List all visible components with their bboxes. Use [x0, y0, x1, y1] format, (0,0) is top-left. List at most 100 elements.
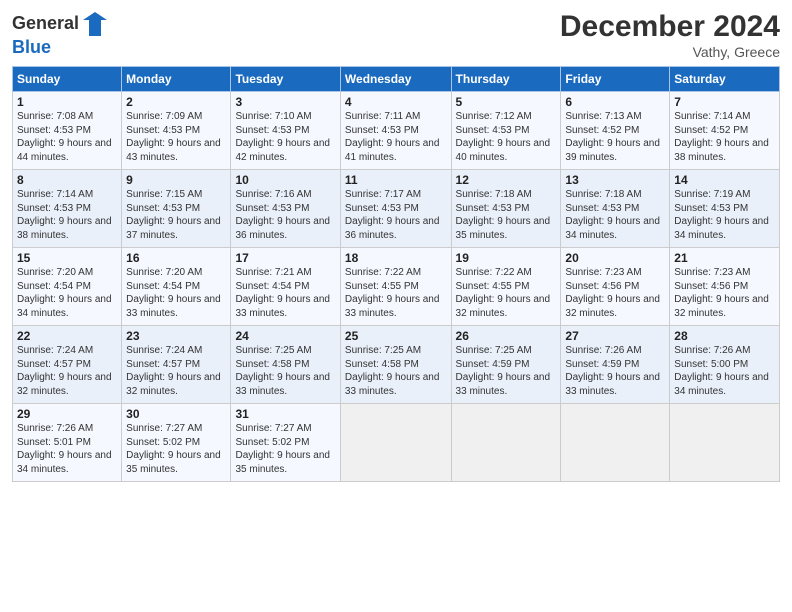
day-number: 7: [674, 95, 775, 109]
calendar-cell: 9Sunrise: 7:15 AM Sunset: 4:53 PM Daylig…: [122, 170, 231, 248]
day-number: 20: [565, 251, 665, 265]
header-saturday: Saturday: [670, 67, 780, 92]
day-number: 8: [17, 173, 117, 187]
day-number: 10: [235, 173, 335, 187]
day-detail: Sunrise: 7:13 AM Sunset: 4:52 PM Dayligh…: [565, 110, 665, 164]
day-detail: Sunrise: 7:17 AM Sunset: 4:53 PM Dayligh…: [345, 188, 447, 242]
calendar-cell: [670, 404, 780, 482]
calendar-cell: 2Sunrise: 7:09 AM Sunset: 4:53 PM Daylig…: [122, 92, 231, 170]
calendar-cell: [340, 404, 451, 482]
title-area: December 2024 Vathy, Greece: [560, 10, 780, 60]
day-number: 25: [345, 329, 447, 343]
day-detail: Sunrise: 7:18 AM Sunset: 4:53 PM Dayligh…: [565, 188, 665, 242]
header-wednesday: Wednesday: [340, 67, 451, 92]
day-detail: Sunrise: 7:24 AM Sunset: 4:57 PM Dayligh…: [126, 344, 226, 398]
day-number: 31: [235, 407, 335, 421]
day-detail: Sunrise: 7:26 AM Sunset: 5:00 PM Dayligh…: [674, 344, 775, 398]
calendar-cell: 21Sunrise: 7:23 AM Sunset: 4:56 PM Dayli…: [670, 248, 780, 326]
day-detail: Sunrise: 7:20 AM Sunset: 4:54 PM Dayligh…: [17, 266, 117, 320]
location: Vathy, Greece: [560, 44, 780, 60]
day-detail: Sunrise: 7:18 AM Sunset: 4:53 PM Dayligh…: [456, 188, 557, 242]
day-number: 13: [565, 173, 665, 187]
page-container: General Blue December 2024 Vathy, Greece…: [0, 0, 792, 490]
calendar-cell: 22Sunrise: 7:24 AM Sunset: 4:57 PM Dayli…: [13, 326, 122, 404]
day-detail: Sunrise: 7:11 AM Sunset: 4:53 PM Dayligh…: [345, 110, 447, 164]
day-detail: Sunrise: 7:19 AM Sunset: 4:53 PM Dayligh…: [674, 188, 775, 242]
calendar-cell: 4Sunrise: 7:11 AM Sunset: 4:53 PM Daylig…: [340, 92, 451, 170]
day-detail: Sunrise: 7:14 AM Sunset: 4:53 PM Dayligh…: [17, 188, 117, 242]
calendar-cell: 12Sunrise: 7:18 AM Sunset: 4:53 PM Dayli…: [451, 170, 561, 248]
calendar-cell: 25Sunrise: 7:25 AM Sunset: 4:58 PM Dayli…: [340, 326, 451, 404]
calendar-cell: 24Sunrise: 7:25 AM Sunset: 4:58 PM Dayli…: [231, 326, 340, 404]
calendar-cell: 23Sunrise: 7:24 AM Sunset: 4:57 PM Dayli…: [122, 326, 231, 404]
day-detail: Sunrise: 7:25 AM Sunset: 4:58 PM Dayligh…: [345, 344, 447, 398]
calendar-cell: 8Sunrise: 7:14 AM Sunset: 4:53 PM Daylig…: [13, 170, 122, 248]
day-number: 1: [17, 95, 117, 109]
calendar-cell: [561, 404, 670, 482]
day-number: 9: [126, 173, 226, 187]
calendar-cell: 5Sunrise: 7:12 AM Sunset: 4:53 PM Daylig…: [451, 92, 561, 170]
logo-blue: Blue: [12, 37, 51, 57]
calendar-week-row: 1Sunrise: 7:08 AM Sunset: 4:53 PM Daylig…: [13, 92, 780, 170]
day-detail: Sunrise: 7:22 AM Sunset: 4:55 PM Dayligh…: [345, 266, 447, 320]
day-number: 15: [17, 251, 117, 265]
day-detail: Sunrise: 7:26 AM Sunset: 5:01 PM Dayligh…: [17, 422, 117, 476]
calendar-cell: [451, 404, 561, 482]
calendar-cell: 31Sunrise: 7:27 AM Sunset: 5:02 PM Dayli…: [231, 404, 340, 482]
day-detail: Sunrise: 7:16 AM Sunset: 4:53 PM Dayligh…: [235, 188, 335, 242]
header-monday: Monday: [122, 67, 231, 92]
calendar-cell: 14Sunrise: 7:19 AM Sunset: 4:53 PM Dayli…: [670, 170, 780, 248]
day-detail: Sunrise: 7:25 AM Sunset: 4:58 PM Dayligh…: [235, 344, 335, 398]
calendar-cell: 11Sunrise: 7:17 AM Sunset: 4:53 PM Dayli…: [340, 170, 451, 248]
calendar-cell: 29Sunrise: 7:26 AM Sunset: 5:01 PM Dayli…: [13, 404, 122, 482]
day-number: 17: [235, 251, 335, 265]
month-title: December 2024: [560, 10, 780, 44]
day-number: 5: [456, 95, 557, 109]
day-detail: Sunrise: 7:23 AM Sunset: 4:56 PM Dayligh…: [565, 266, 665, 320]
calendar-table: Sunday Monday Tuesday Wednesday Thursday…: [12, 66, 780, 482]
header-tuesday: Tuesday: [231, 67, 340, 92]
day-number: 24: [235, 329, 335, 343]
day-number: 22: [17, 329, 117, 343]
logo: General Blue: [12, 10, 109, 58]
day-number: 28: [674, 329, 775, 343]
day-number: 14: [674, 173, 775, 187]
day-detail: Sunrise: 7:27 AM Sunset: 5:02 PM Dayligh…: [235, 422, 335, 476]
calendar-cell: 15Sunrise: 7:20 AM Sunset: 4:54 PM Dayli…: [13, 248, 122, 326]
calendar-cell: 27Sunrise: 7:26 AM Sunset: 4:59 PM Dayli…: [561, 326, 670, 404]
calendar-week-row: 8Sunrise: 7:14 AM Sunset: 4:53 PM Daylig…: [13, 170, 780, 248]
calendar-cell: 18Sunrise: 7:22 AM Sunset: 4:55 PM Dayli…: [340, 248, 451, 326]
calendar-cell: 3Sunrise: 7:10 AM Sunset: 4:53 PM Daylig…: [231, 92, 340, 170]
day-number: 16: [126, 251, 226, 265]
day-detail: Sunrise: 7:20 AM Sunset: 4:54 PM Dayligh…: [126, 266, 226, 320]
calendar-cell: 19Sunrise: 7:22 AM Sunset: 4:55 PM Dayli…: [451, 248, 561, 326]
calendar-cell: 28Sunrise: 7:26 AM Sunset: 5:00 PM Dayli…: [670, 326, 780, 404]
day-detail: Sunrise: 7:14 AM Sunset: 4:52 PM Dayligh…: [674, 110, 775, 164]
day-number: 21: [674, 251, 775, 265]
day-number: 30: [126, 407, 226, 421]
calendar-cell: 16Sunrise: 7:20 AM Sunset: 4:54 PM Dayli…: [122, 248, 231, 326]
day-number: 2: [126, 95, 226, 109]
day-number: 29: [17, 407, 117, 421]
header-thursday: Thursday: [451, 67, 561, 92]
header-sunday: Sunday: [13, 67, 122, 92]
day-detail: Sunrise: 7:08 AM Sunset: 4:53 PM Dayligh…: [17, 110, 117, 164]
day-detail: Sunrise: 7:25 AM Sunset: 4:59 PM Dayligh…: [456, 344, 557, 398]
day-number: 19: [456, 251, 557, 265]
day-detail: Sunrise: 7:21 AM Sunset: 4:54 PM Dayligh…: [235, 266, 335, 320]
calendar-week-row: 22 Sunrise: 7:24 AM Sunset: 4:57 PM Dayli…: [13, 326, 780, 404]
day-detail: Sunrise: 7:26 AM Sunset: 4:59 PM Dayligh…: [565, 344, 665, 398]
calendar-cell: 30Sunrise: 7:27 AM Sunset: 5:02 PM Dayli…: [122, 404, 231, 482]
day-number: 12: [456, 173, 557, 187]
calendar-week-row: 15Sunrise: 7:20 AM Sunset: 4:54 PM Dayli…: [13, 248, 780, 326]
calendar-cell: 7Sunrise: 7:14 AM Sunset: 4:52 PM Daylig…: [670, 92, 780, 170]
weekday-header-row: Sunday Monday Tuesday Wednesday Thursday…: [13, 67, 780, 92]
day-detail: Sunrise: 7:12 AM Sunset: 4:53 PM Dayligh…: [456, 110, 557, 164]
day-number: 26: [456, 329, 557, 343]
day-number: 11: [345, 173, 447, 187]
calendar-cell: 20Sunrise: 7:23 AM Sunset: 4:56 PM Dayli…: [561, 248, 670, 326]
logo-icon: [81, 10, 109, 38]
logo-general: General: [12, 14, 79, 34]
header: General Blue December 2024 Vathy, Greece: [12, 10, 780, 60]
day-detail: Sunrise: 7:22 AM Sunset: 4:55 PM Dayligh…: [456, 266, 557, 320]
